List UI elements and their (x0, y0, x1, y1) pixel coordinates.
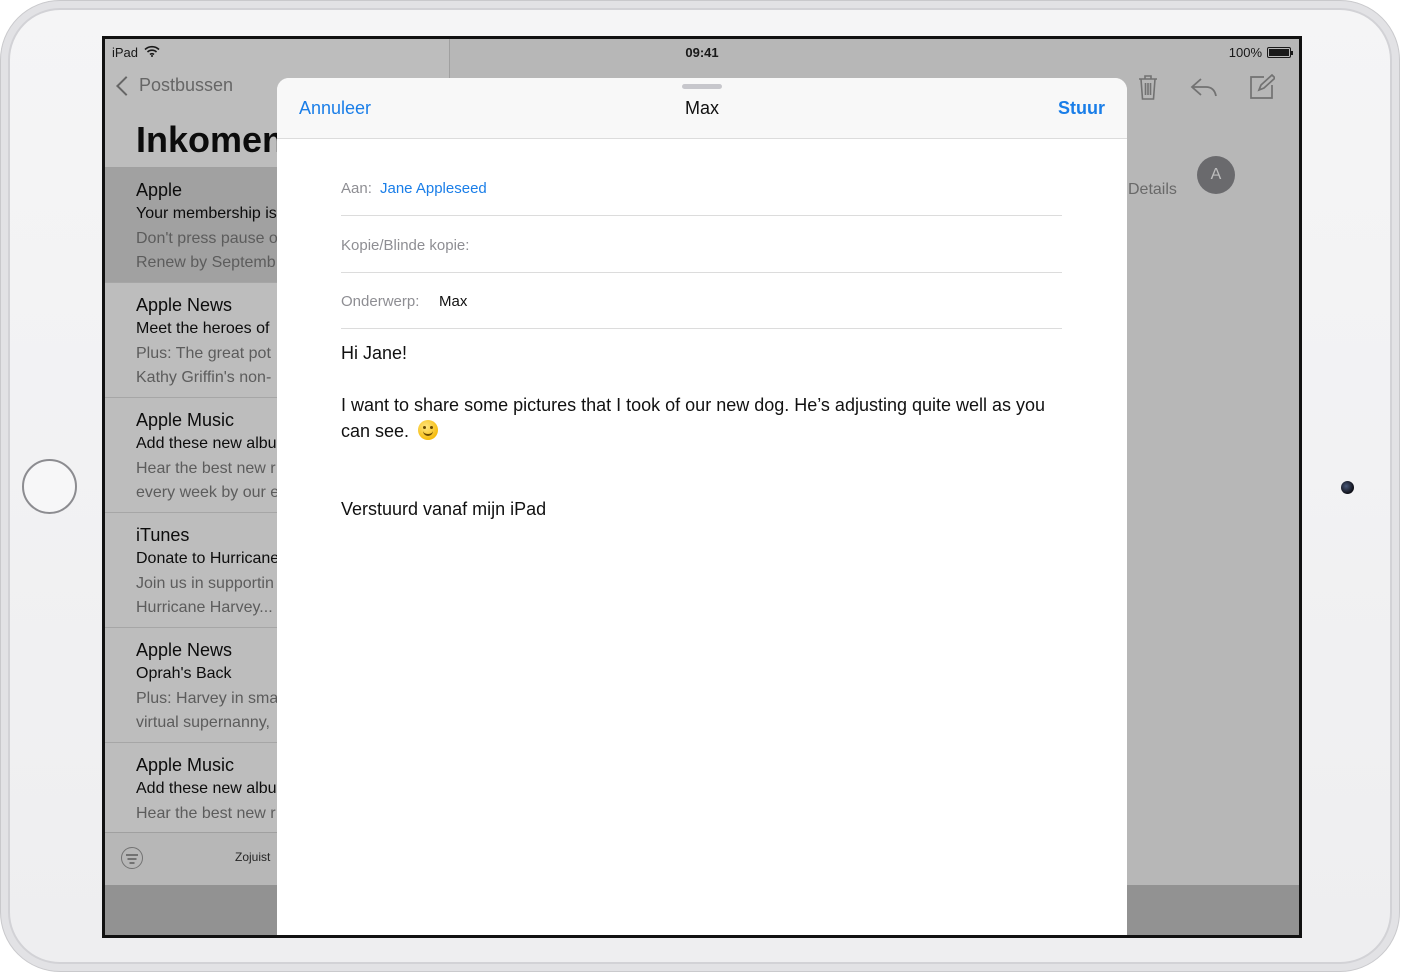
cc-bcc-field[interactable]: Kopie/Blinde kopie: (341, 215, 1062, 273)
smiley-emoji-icon (418, 420, 439, 440)
compose-navbar: Max Annuleer Stuur (277, 78, 1127, 139)
mail-app: Postbussen Inkomen Apple Your membership… (105, 39, 1299, 935)
send-button[interactable]: Stuur (1058, 98, 1105, 119)
recipient-token[interactable]: Jane Appleseed (380, 180, 487, 197)
body-paragraph: I want to share some pictures that I too… (341, 395, 1046, 441)
screen: Postbussen Inkomen Apple Your membership… (102, 36, 1302, 938)
home-button[interactable] (22, 459, 77, 514)
body-greeting: Hi Jane! (341, 343, 408, 363)
camera-icon (1341, 481, 1354, 494)
compose-title: Max (684, 98, 719, 118)
to-field[interactable]: Aan: Jane Appleseed (341, 158, 1062, 216)
to-label: Aan: (341, 180, 372, 197)
compose-sheet: Max Annuleer Stuur Aan: Jane Appleseed K… (277, 78, 1127, 935)
cancel-button[interactable]: Annuleer (299, 98, 371, 119)
message-body[interactable]: Hi Jane! I want to share some pictures t… (341, 340, 1061, 522)
cc-bcc-label: Kopie/Blinde kopie: (341, 237, 470, 254)
subject-label: Onderwerp: (341, 293, 420, 310)
signature: Verstuurd vanaf mijn iPad (341, 499, 547, 519)
sheet-grabber[interactable] (682, 84, 722, 89)
subject-field[interactable]: Onderwerp: Max (341, 271, 1062, 329)
subject-value: Max (439, 293, 468, 310)
